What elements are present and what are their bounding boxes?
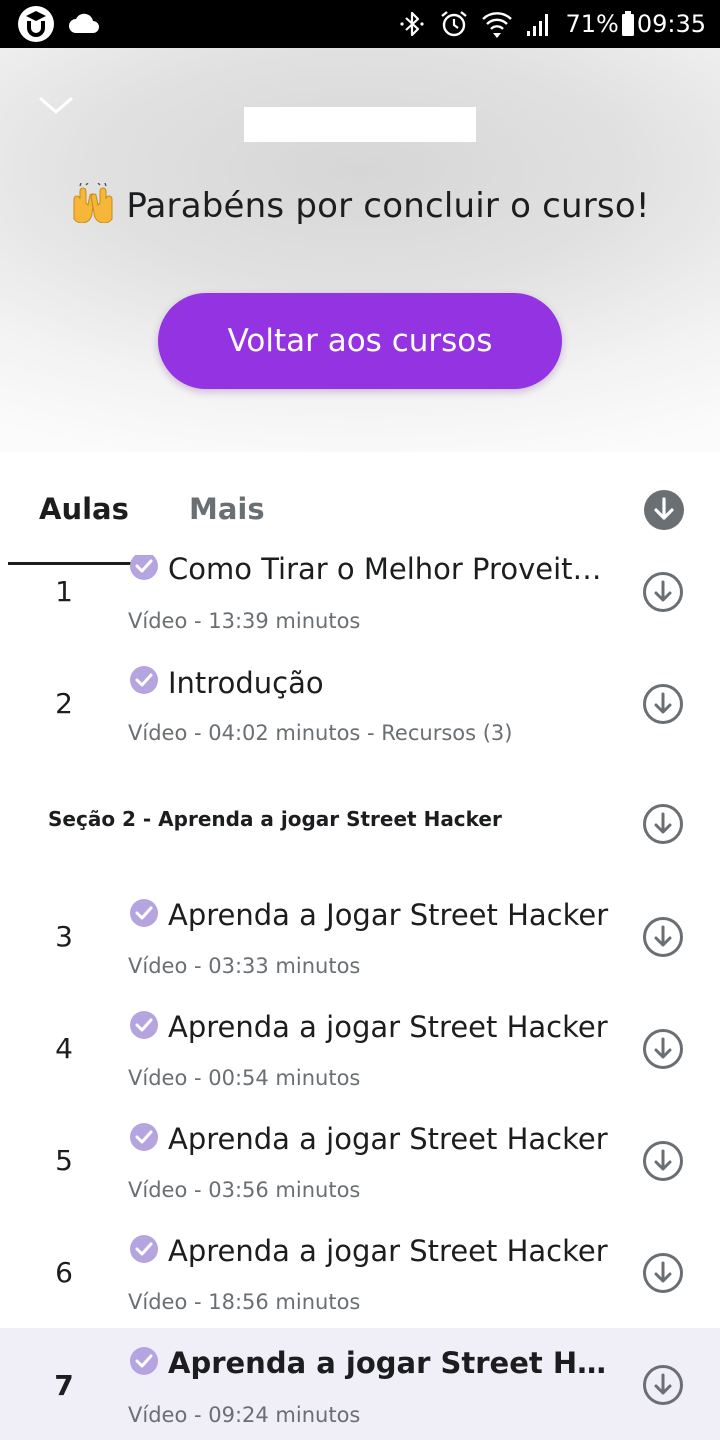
- lecture-title: Aprenda a jogar Street Hacker: [168, 1122, 608, 1156]
- tab-bar: Aulas Mais: [0, 452, 720, 565]
- lecture-title: Aprenda a jogar Street Hacker: [168, 1010, 608, 1044]
- completed-check-icon: [130, 1011, 158, 1039]
- clock: 09:35: [636, 10, 706, 38]
- download-icon[interactable]: [642, 1252, 684, 1294]
- lecture-row[interactable]: 4 Aprenda a jogar Street Hacker Vídeo - …: [0, 992, 720, 1104]
- lecture-title: Introdução: [168, 666, 324, 700]
- download-section-icon[interactable]: [642, 803, 684, 845]
- completed-check-icon: [130, 899, 158, 927]
- download-icon[interactable]: [642, 1140, 684, 1182]
- lecture-meta: Vídeo - 13:39 minutos: [128, 609, 361, 633]
- lecture-title: Como Tirar o Melhor Proveito desse Curso: [168, 555, 613, 586]
- lecture-row[interactable]: 1 Como Tirar o Melhor Proveito desse Cur…: [0, 555, 720, 647]
- congrats-message: Parabéns por concluir o curso!: [0, 182, 720, 226]
- tab-aulas[interactable]: Aulas: [39, 492, 129, 526]
- status-bar: 71% 09:35: [0, 0, 720, 48]
- signal-icon: [527, 14, 549, 36]
- back-to-courses-button[interactable]: Voltar aos cursos: [158, 293, 562, 389]
- lecture-meta: Vídeo - 00:54 minutos: [128, 1066, 361, 1090]
- battery-icon: [621, 11, 634, 36]
- section-title: Seção 2 - Aprenda a jogar Street Hacker: [48, 807, 502, 831]
- download-icon[interactable]: [642, 683, 684, 725]
- lecture-title: Aprenda a jogar Street Hacker: [168, 1234, 608, 1268]
- lecture-number: 5: [55, 1144, 73, 1177]
- cloud-icon: [69, 13, 99, 33]
- lecture-number: 4: [55, 1032, 73, 1065]
- course-header: Parabéns por concluir o curso! Voltar ao…: [0, 48, 720, 452]
- lecture-number: 2: [55, 687, 73, 720]
- download-icon[interactable]: [642, 1364, 684, 1406]
- alarm-icon: [441, 11, 468, 37]
- completed-check-icon: [130, 666, 158, 694]
- wifi-icon: [482, 12, 513, 38]
- completed-check-icon: [130, 1123, 158, 1151]
- raising-hands-icon: [70, 182, 116, 224]
- lecture-list: 1 Como Tirar o Melhor Proveito desse Cur…: [0, 555, 720, 1440]
- lecture-meta: Vídeo - 18:56 minutos: [128, 1290, 361, 1314]
- lecture-meta: Vídeo - 03:33 minutos: [128, 954, 361, 978]
- collapse-button[interactable]: [36, 90, 76, 120]
- download-all-button[interactable]: [643, 489, 685, 531]
- download-all-icon: [644, 490, 684, 530]
- congrats-text: Parabéns por concluir o curso!: [126, 186, 650, 226]
- lecture-number: 1: [55, 575, 73, 608]
- lecture-number: 7: [54, 1369, 74, 1402]
- tab-mais[interactable]: Mais: [189, 492, 265, 526]
- lecture-title: Aprenda a jogar Street Hacker: [168, 1346, 613, 1380]
- lecture-meta: Vídeo - 03:56 minutos: [128, 1178, 361, 1202]
- course-title-placeholder: [244, 107, 476, 142]
- completed-check-icon: [130, 555, 158, 580]
- download-icon[interactable]: [642, 916, 684, 958]
- completed-check-icon: [130, 1235, 158, 1263]
- course-screen: 71% 09:35 Parabéns por concluir o curso!…: [0, 0, 720, 1440]
- lecture-row[interactable]: 2 Introdução Vídeo - 04:02 minutos - Rec…: [0, 647, 720, 759]
- lecture-row[interactable]: 3 Aprenda a Jogar Street Hacker Vídeo - …: [0, 880, 720, 992]
- completed-check-icon: [130, 1347, 158, 1375]
- lecture-meta: Vídeo - 09:24 minutos: [128, 1403, 361, 1427]
- udemy-app-icon: [18, 6, 54, 42]
- battery-percent: 71%: [565, 10, 619, 38]
- bluetooth-icon: [400, 11, 425, 37]
- lecture-row-active[interactable]: 7 Aprenda a jogar Street Hacker Vídeo - …: [0, 1328, 720, 1440]
- chevron-down-icon: [39, 96, 73, 114]
- lecture-meta: Vídeo - 04:02 minutos - Recursos (3): [128, 721, 513, 745]
- lecture-title: Aprenda a Jogar Street Hacker: [168, 898, 609, 932]
- section-header[interactable]: Seção 2 - Aprenda a jogar Street Hacker: [0, 769, 720, 881]
- lecture-row[interactable]: 5 Aprenda a jogar Street Hacker Vídeo - …: [0, 1104, 720, 1216]
- download-icon[interactable]: [642, 571, 684, 613]
- lecture-number: 3: [55, 920, 73, 953]
- lecture-row[interactable]: 6 Aprenda a jogar Street Hacker Vídeo - …: [0, 1216, 720, 1328]
- lecture-number: 6: [55, 1256, 73, 1289]
- download-icon[interactable]: [642, 1028, 684, 1070]
